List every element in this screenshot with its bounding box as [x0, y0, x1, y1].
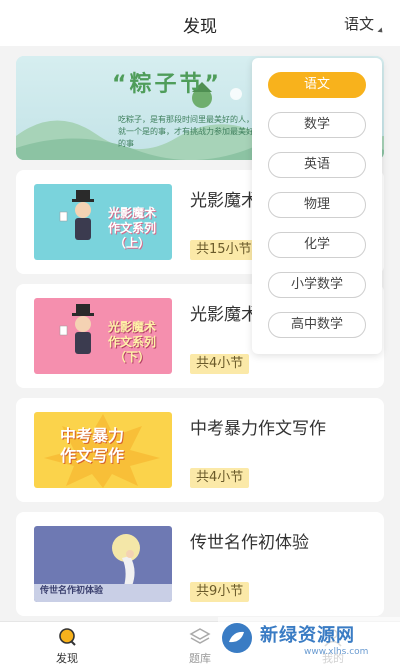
subject-selector[interactable]: 语文 [343, 13, 385, 35]
watermark: 新绿资源网 www.xlhs.com [218, 617, 400, 667]
watermark-logo-icon [222, 623, 252, 653]
thumbnail-caption: 中考暴力 作文写作 [60, 426, 125, 465]
subject-option-math[interactable]: 数学 [268, 112, 366, 138]
thumbnail-caption: 光影魔术 作文系列 （下） [108, 320, 157, 364]
tab-discover[interactable]: 发现 [27, 626, 107, 666]
course-thumbnail: 光影魔术 作文系列 （上） [34, 184, 172, 260]
subject-selector-label: 语文 [343, 15, 374, 33]
thumbnail-caption: 光影魔术 作文系列 （上） [108, 206, 157, 250]
lesson-count-badge: 共15小节 [190, 240, 258, 260]
discover-icon [59, 628, 76, 646]
lesson-count-badge: 共9小节 [190, 582, 250, 602]
watermark-text: 新绿资源网 [260, 625, 355, 646]
lesson-count-badge: 共4小节 [190, 468, 250, 488]
course-card[interactable]: 传世名作初体验 传世名作初体验 共9小节 [16, 512, 384, 616]
subject-option-chinese[interactable]: 语文 [268, 72, 366, 98]
layers-icon [189, 628, 211, 644]
subject-option-physics[interactable]: 物理 [268, 192, 366, 218]
top-bar: 发现 语文 [0, 0, 400, 46]
course-thumbnail: 传世名作初体验 [34, 526, 172, 602]
banner-subtitle: 吃粽子，是有那段时间里最美好的人，就一个是的事，才有挑战力参加最美好的事 [118, 115, 254, 148]
course-title: 传世名作初体验 [190, 533, 309, 553]
tab-label: 题库 [189, 652, 211, 665]
thumbnail-caption: 传世名作初体验 [40, 586, 104, 596]
course-title: 中考暴力作文写作 [190, 419, 326, 439]
course-thumbnail: 光影魔术 作文系列 （下） [34, 298, 172, 374]
subject-option-english[interactable]: 英语 [268, 152, 366, 178]
watermark-url: www.xlhs.com [304, 647, 369, 657]
course-thumbnail: 中考暴力 作文写作 [34, 412, 172, 488]
subject-option-high-school-math[interactable]: 高中数学 [268, 312, 366, 338]
course-card[interactable]: 中考暴力 作文写作 中考暴力作文写作 共4小节 [16, 398, 384, 502]
page-title: 发现 [183, 17, 217, 37]
subject-option-primary-math[interactable]: 小学数学 [268, 272, 366, 298]
tab-label: 发现 [56, 652, 78, 665]
lesson-count-badge: 共4小节 [190, 354, 250, 374]
subject-option-chemistry[interactable]: 化学 [268, 232, 366, 258]
banner-title: “粽子节” [112, 72, 222, 97]
subject-dropdown: 语文 数学 英语 物理 化学 小学数学 高中数学 [252, 58, 382, 354]
caret-down-icon [377, 27, 385, 35]
